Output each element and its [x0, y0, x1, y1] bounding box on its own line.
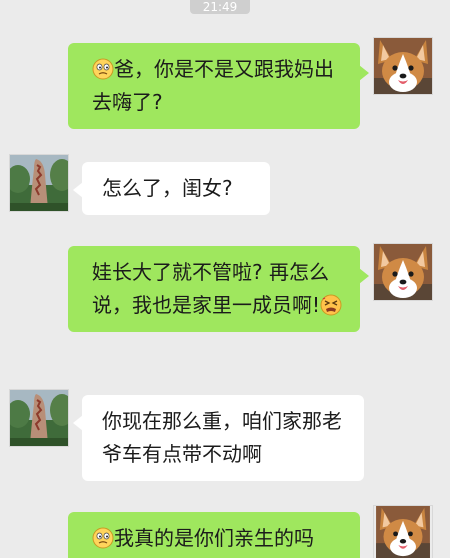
stone-landscape-avatar-icon[interactable] — [10, 155, 68, 211]
message-text: 你现在那么重，咱们家那老爷车有点带不动啊 — [102, 409, 342, 466]
confused-face-icon — [92, 527, 114, 549]
message-text: 娃长大了就不管啦? 再怎么说，我也是家里一成员啊! — [92, 260, 329, 317]
message-bubble-incoming[interactable]: 怎么了，闺女? — [73, 162, 270, 215]
message-text: 怎么了，闺女? — [102, 176, 233, 200]
tired-face-icon — [320, 294, 342, 316]
timestamp-pill: 21:49 — [190, 0, 250, 14]
message-bubble-outgoing[interactable]: 娃长大了就不管啦? 再怎么说，我也是家里一成员啊! — [68, 246, 369, 332]
confused-face-icon — [92, 58, 114, 80]
message-bubble-outgoing[interactable]: 爸，你是不是又跟我妈出去嗨了? — [68, 43, 369, 129]
stone-landscape-avatar-icon[interactable] — [10, 390, 68, 446]
message-text: 我真的是你们亲生的吗 — [114, 526, 314, 550]
message-bubble-incoming[interactable]: 你现在那么重，咱们家那老爷车有点带不动啊 — [73, 395, 364, 481]
message-text: 爸，你是不是又跟我妈出去嗨了? — [92, 57, 334, 114]
message-bubble-outgoing[interactable]: 我真的是你们亲生的吗 — [68, 512, 360, 558]
corgi-avatar-icon[interactable] — [374, 38, 432, 94]
corgi-avatar-icon[interactable] — [374, 244, 432, 300]
corgi-avatar-icon[interactable] — [374, 506, 432, 558]
